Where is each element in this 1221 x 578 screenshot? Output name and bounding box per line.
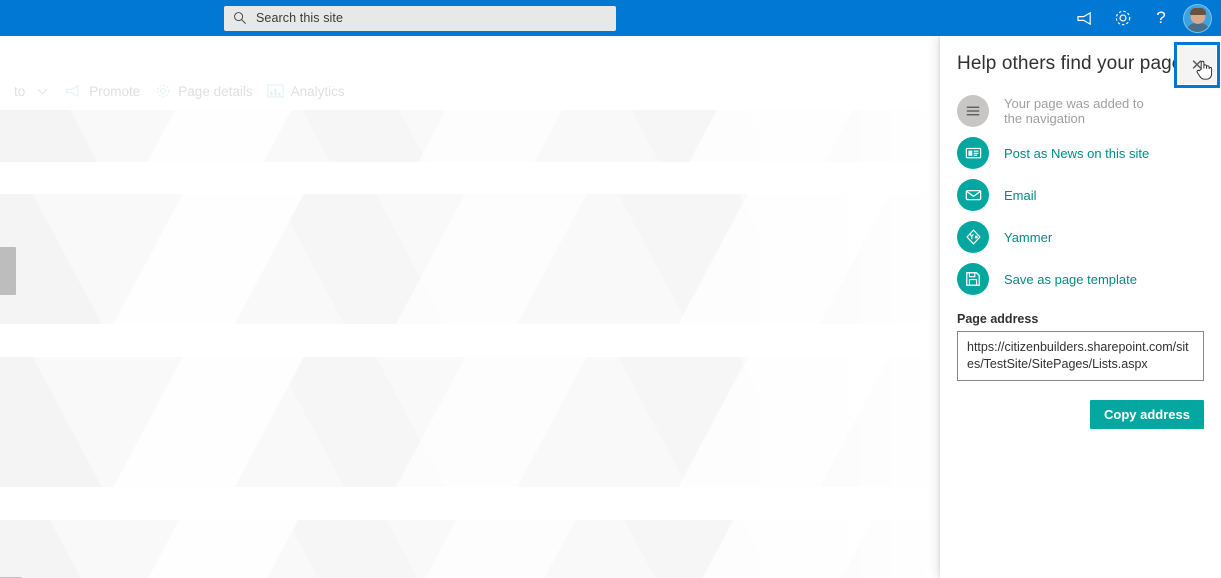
command-item-page-details[interactable]: Page details — [154, 72, 253, 110]
page-address-field[interactable]: https://citizenbuilders.sharepoint.com/s… — [957, 331, 1204, 381]
panel-item-label: Your page was added to the navigation — [1004, 96, 1144, 126]
command-item-to[interactable]: to — [14, 72, 51, 110]
news-icon — [957, 137, 989, 169]
panel-item-post-news[interactable]: Post as News on this site — [957, 132, 1221, 174]
panel-item-label: Yammer — [1004, 229, 1053, 245]
megaphone-icon — [65, 83, 82, 100]
panel-item-navigation: Your page was added to the navigation — [957, 90, 1221, 132]
panel-item-yammer[interactable]: Yammer — [957, 216, 1221, 258]
search-input[interactable]: Search this site — [224, 5, 616, 31]
panel-action-list: Your page was added to the navigation Po… — [940, 90, 1221, 300]
command-item-label: to — [14, 83, 26, 99]
panel-item-email[interactable]: Email — [957, 174, 1221, 216]
hero-gap — [0, 162, 940, 194]
envelope-icon — [957, 179, 989, 211]
suite-bar-left-spacer — [0, 0, 224, 36]
avatar-hair — [1189, 7, 1206, 15]
command-item-label: Analytics — [290, 83, 345, 99]
page-hero-background: s — [0, 110, 940, 578]
suite-bar: Search this site ? — [0, 0, 1221, 36]
panel-item-save-template[interactable]: Save as page template — [957, 258, 1221, 300]
panel-item-label: Save as page template — [1004, 271, 1137, 287]
analytics-chart-icon — [266, 83, 284, 100]
hero-band — [0, 357, 940, 487]
help-others-find-page-panel: Help others find your page ✕ Your page w… — [940, 36, 1221, 578]
content-chip-upper[interactable] — [0, 247, 16, 295]
save-disk-icon — [957, 263, 989, 295]
site-content-area: to Promote Page details Analytics — [0, 36, 940, 578]
hero-gap — [0, 324, 940, 357]
close-panel-button[interactable]: ✕ — [1174, 42, 1220, 88]
page-address-label: Page address — [957, 312, 1039, 326]
command-item-analytics[interactable]: Analytics — [266, 72, 345, 110]
copy-address-button[interactable]: Copy address — [1090, 400, 1204, 429]
help-question-icon[interactable]: ? — [1142, 0, 1180, 36]
hero-band — [0, 520, 940, 578]
page-command-bar: to Promote Page details Analytics — [0, 72, 940, 111]
search-icon — [232, 10, 248, 26]
avatar-body — [1185, 22, 1210, 32]
sharepoint-page: to Promote Page details Analytics Search… — [0, 0, 1221, 578]
gear-icon — [154, 83, 171, 100]
command-item-label: Page details — [178, 83, 253, 99]
hero-gap — [0, 487, 940, 520]
command-item-promote[interactable]: Promote — [65, 72, 140, 110]
yammer-icon — [957, 221, 989, 253]
hamburger-navigation-icon — [957, 95, 989, 127]
hero-band — [0, 194, 940, 324]
search-placeholder: Search this site — [256, 11, 344, 25]
copy-address-row: Copy address — [940, 400, 1221, 429]
panel-item-label: Post as News on this site — [1004, 145, 1150, 161]
panel-header: Help others find your page ✕ — [940, 36, 1221, 88]
close-icon: ✕ — [1190, 56, 1204, 74]
settings-gear-icon[interactable] — [1104, 0, 1142, 36]
megaphone-icon[interactable] — [1066, 0, 1104, 36]
user-avatar[interactable] — [1183, 3, 1212, 33]
panel-title: Help others find your page — [957, 53, 1183, 74]
command-item-label: Promote — [89, 83, 141, 99]
panel-item-label: Email — [1004, 187, 1037, 203]
suite-bar-actions: ? — [1066, 0, 1221, 36]
chevron-down-icon — [34, 83, 51, 100]
close-button-surface: ✕ — [1178, 46, 1216, 84]
hero-band — [0, 110, 940, 162]
